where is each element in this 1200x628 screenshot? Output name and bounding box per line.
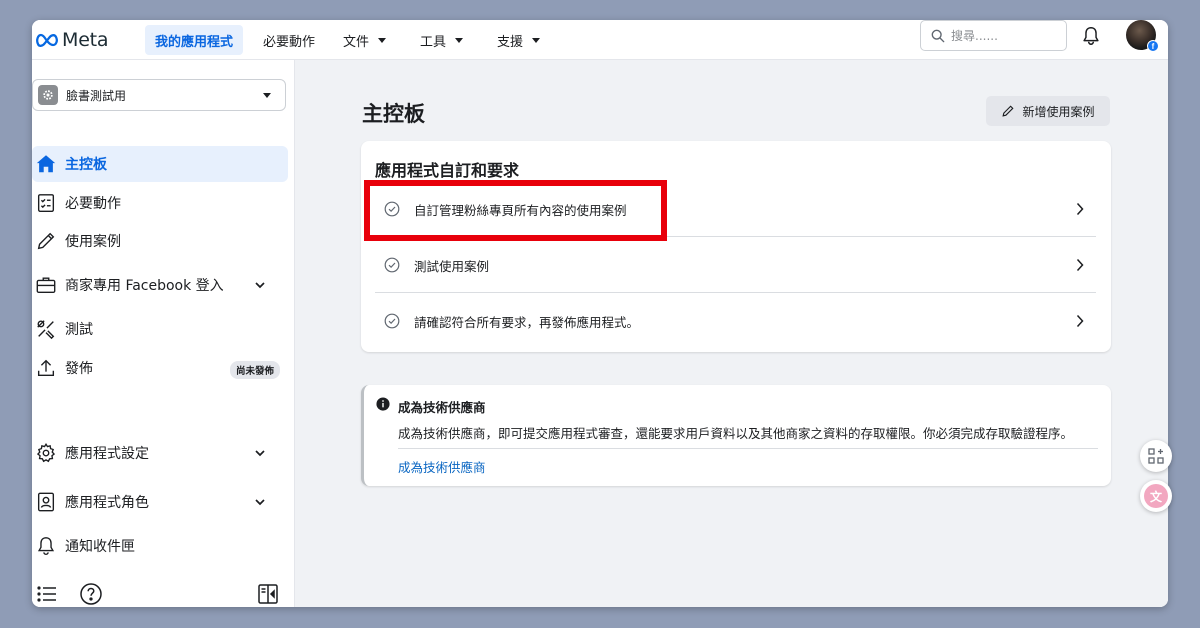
nav-required-actions[interactable]: 必要動作 [263, 25, 315, 55]
caret-down-icon [532, 37, 541, 43]
nav-docs[interactable]: 文件 [343, 25, 387, 55]
check-circle-icon [384, 201, 400, 217]
floating-widget-button[interactable] [1140, 440, 1172, 472]
search-icon [931, 29, 945, 42]
card-title: 應用程式自訂和要求 [375, 161, 520, 180]
brand-name: Meta [62, 29, 109, 51]
divider [398, 448, 1098, 449]
main-content: 主控板 新增使用案例 應用程式自訂和要求 自訂管理粉絲專頁所有內容的使用案例 測… [295, 60, 1168, 607]
notification-bell-icon[interactable] [1080, 25, 1102, 47]
check-circle-icon [384, 313, 400, 329]
card-description: 成為技術供應商，即可提交應用程式審查，還能要求用戶資料以及其他商家之資料的存取權… [398, 426, 1074, 441]
app-gear-icon [38, 85, 58, 105]
sidebar-item-app-settings[interactable]: 應用程式設定 [32, 435, 288, 471]
upload-icon [35, 357, 57, 379]
check-circle-icon [384, 257, 400, 273]
chevron-right-icon [1076, 202, 1084, 216]
sidebar-footer [32, 582, 295, 607]
sidebar-item-required-actions[interactable]: 必要動作 [32, 185, 288, 221]
meta-infinity-icon [36, 33, 58, 47]
card-title: 成為技術供應商 [398, 400, 486, 415]
user-avatar[interactable]: f [1126, 20, 1159, 52]
app-name: 臉書測試用 [66, 88, 127, 103]
sidebar-item-business-login[interactable]: 商家專用 Facebook 登入 [32, 267, 288, 303]
pencil-icon [1002, 105, 1015, 117]
search-input[interactable] [951, 28, 1051, 43]
tools-icon [35, 318, 57, 340]
info-icon [376, 397, 390, 411]
sidebar-item-use-cases[interactable]: 使用案例 [32, 223, 288, 259]
meta-logo[interactable]: Meta [35, 28, 109, 52]
translate-icon: 文 [1144, 484, 1168, 508]
sidebar-item-notifications[interactable]: 通知收件匣 [32, 528, 288, 564]
add-use-case-button[interactable]: 新增使用案例 [986, 96, 1110, 126]
list-item-test-use-case[interactable]: 測試使用案例 [375, 237, 1096, 293]
gear-icon [35, 442, 57, 464]
chevron-down-icon [255, 499, 265, 506]
caret-down-icon [378, 37, 387, 43]
id-card-icon [35, 491, 57, 513]
collapse-sidebar-icon[interactable] [256, 582, 280, 606]
briefcase-icon [35, 274, 57, 296]
tech-provider-card: 成為技術供應商 成為技術供應商，即可提交應用程式審查，還能要求用戶資料以及其他商… [361, 385, 1111, 486]
sidebar-item-publish[interactable]: 發佈 尚未發佈 [32, 350, 288, 386]
page-title: 主控板 [362, 102, 425, 126]
caret-down-icon [263, 93, 271, 98]
nav-support[interactable]: 支援 [497, 25, 541, 55]
bell-icon [35, 535, 57, 557]
help-icon[interactable] [79, 582, 103, 606]
list-item-customize-use-case[interactable]: 自訂管理粉絲專頁所有內容的使用案例 [375, 181, 1096, 237]
chevron-down-icon [255, 450, 265, 457]
grid-plus-icon [1148, 448, 1164, 464]
top-bar: Meta 我的應用程式 必要動作 文件 工具 支援 搜尋...... f [32, 20, 1168, 60]
nav-my-apps[interactable]: 我的應用程式 [145, 25, 244, 55]
sidebar-item-app-roles[interactable]: 應用程式角色 [32, 484, 288, 520]
pencil-icon [35, 230, 57, 252]
facebook-badge-icon: f [1147, 40, 1159, 52]
nav-tools[interactable]: 工具 [420, 25, 464, 55]
caret-down-icon [455, 37, 464, 43]
sidebar-item-dashboard[interactable]: 主控板 [32, 146, 288, 182]
status-badge: 尚未發佈 [229, 361, 280, 379]
sidebar: 臉書測試用 主控板 必要動作 使用案例 商家專用 Facebook 登入 測試 … [32, 60, 295, 607]
search-box[interactable] [920, 20, 1067, 51]
chevron-right-icon [1076, 314, 1084, 328]
chevron-down-icon [255, 282, 265, 289]
sidebar-item-test[interactable]: 測試 [32, 311, 288, 347]
home-icon [35, 153, 57, 175]
app-selector[interactable]: 臉書測試用 [32, 79, 286, 111]
become-tech-provider-link[interactable]: 成為技術供應商 [398, 457, 486, 476]
translate-widget-button[interactable]: 文 [1140, 480, 1172, 512]
app-window: Meta 我的應用程式 必要動作 文件 工具 支援 搜尋...... f 臉書測… [32, 20, 1168, 607]
list-icon[interactable] [35, 582, 59, 606]
chevron-right-icon [1076, 258, 1084, 272]
checklist-icon [35, 192, 57, 214]
app-customization-card: 應用程式自訂和要求 自訂管理粉絲專頁所有內容的使用案例 測試使用案例 請確認符合… [361, 141, 1111, 352]
list-item-publish-requirements[interactable]: 請確認符合所有要求，再發佈應用程式。 [375, 293, 1096, 349]
